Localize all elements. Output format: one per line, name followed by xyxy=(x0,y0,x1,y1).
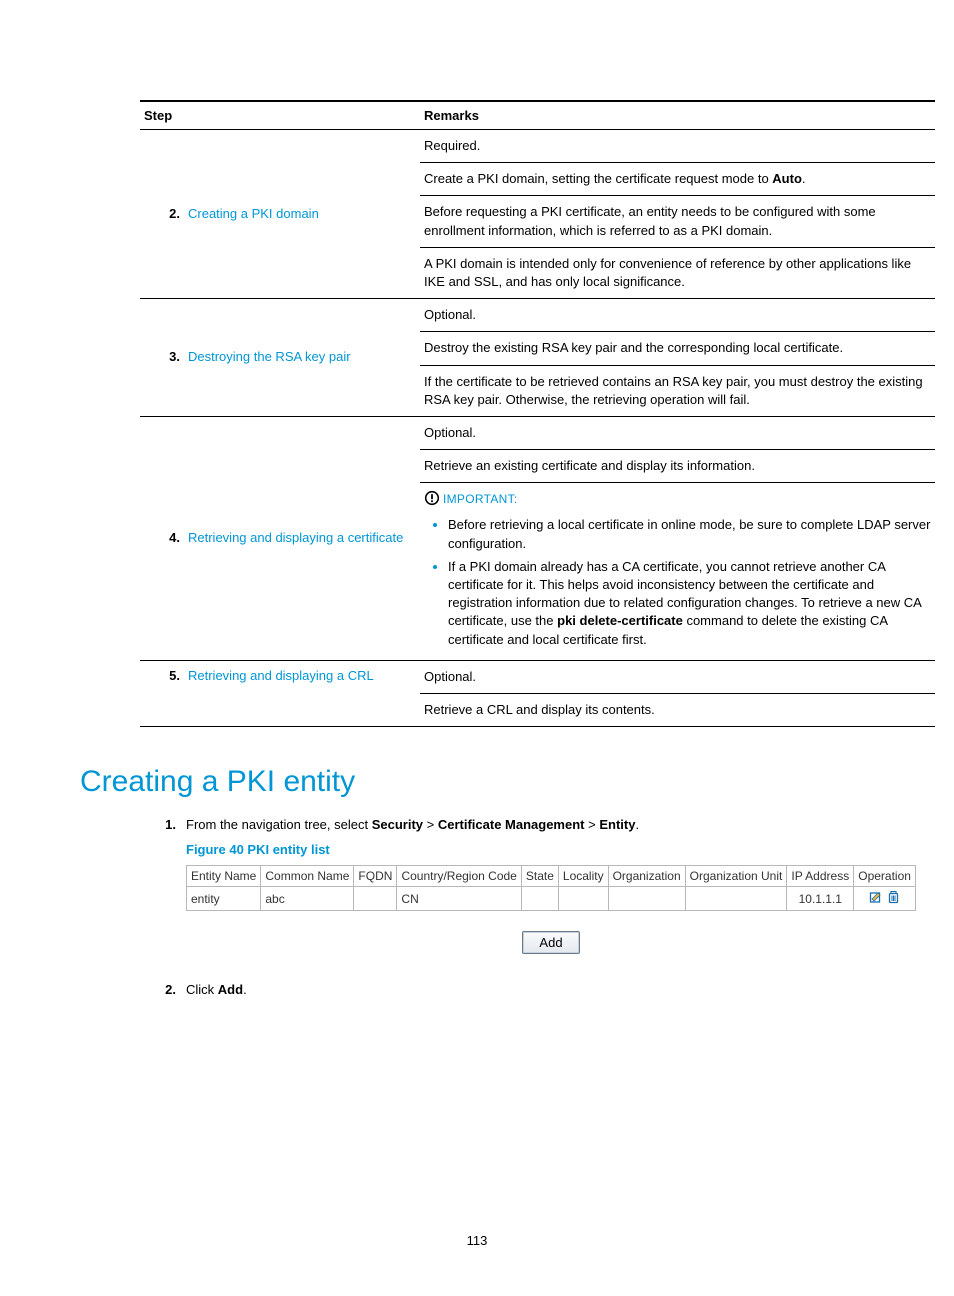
table-row: 5. Retrieving and displaying a CRL Optio… xyxy=(140,660,935,726)
important-icon xyxy=(424,490,440,511)
page-number: 113 xyxy=(0,1233,954,1248)
entity-col: Common Name xyxy=(261,866,354,887)
col-remarks: Remarks xyxy=(420,101,935,130)
important-bullet: If a PKI domain already has a CA certifi… xyxy=(448,557,931,649)
entity-col: State xyxy=(521,866,558,887)
important-label: IMPORTANT: xyxy=(443,492,518,506)
entity-col: Operation xyxy=(854,866,916,887)
procedure-step: 1. From the navigation tree, select Secu… xyxy=(140,817,874,832)
important-bullet: Before retrieving a local certificate in… xyxy=(448,515,931,552)
table-row: 2. Creating a PKI domain Required. Creat… xyxy=(140,130,935,299)
entity-col: IP Address xyxy=(787,866,854,887)
entity-col: FQDN xyxy=(354,866,397,887)
entity-table: Entity Name Common Name FQDN Country/Reg… xyxy=(186,865,916,911)
entity-col: Organization xyxy=(608,866,685,887)
procedure-step: 2. Click Add. xyxy=(140,982,874,997)
table-row: 4. Retrieving and displaying a certifica… xyxy=(140,416,935,660)
link-creating-pki-domain[interactable]: Creating a PKI domain xyxy=(188,206,319,221)
delete-icon[interactable] xyxy=(887,890,900,907)
steps-table: Step Remarks 2. Creating a PKI domain Re… xyxy=(140,100,935,727)
section-heading: Creating a PKI entity xyxy=(80,765,874,799)
add-button[interactable]: Add xyxy=(522,931,579,954)
edit-icon[interactable] xyxy=(869,890,884,907)
entity-col: Organization Unit xyxy=(685,866,787,887)
link-destroying-rsa[interactable]: Destroying the RSA key pair xyxy=(188,349,351,364)
col-step: Step xyxy=(140,101,420,130)
entity-row: entity abc CN 10.1.1.1 xyxy=(187,887,916,911)
entity-col: Locality xyxy=(558,866,608,887)
figure-title: Figure 40 PKI entity list xyxy=(186,842,874,857)
entity-col: Country/Region Code xyxy=(397,866,521,887)
link-retrieving-cert[interactable]: Retrieving and displaying a certificate xyxy=(188,530,403,545)
table-row: 3. Destroying the RSA key pair Optional.… xyxy=(140,299,935,417)
link-retrieving-crl[interactable]: Retrieving and displaying a CRL xyxy=(188,668,374,683)
entity-col: Entity Name xyxy=(187,866,261,887)
